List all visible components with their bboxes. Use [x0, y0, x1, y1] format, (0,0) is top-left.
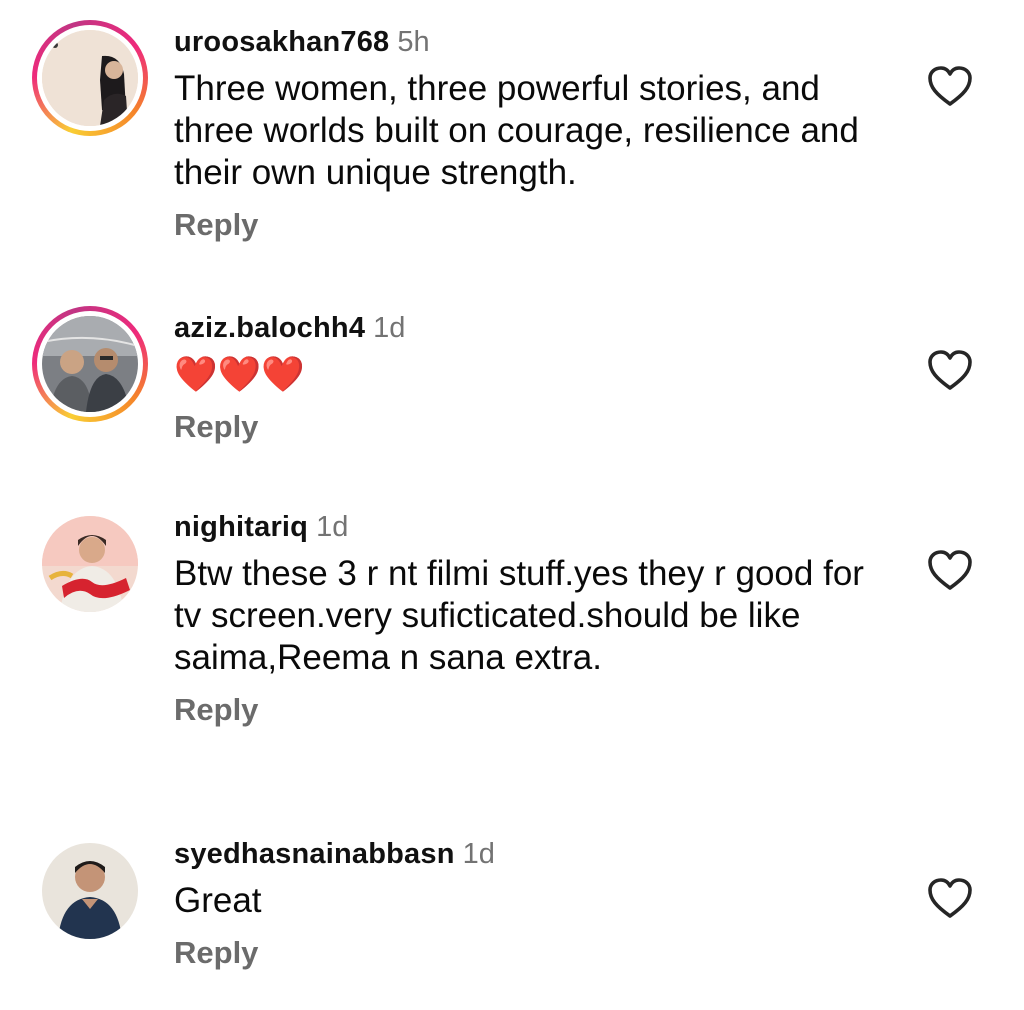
reply-button[interactable]: Reply [174, 408, 874, 446]
like-button[interactable] [926, 348, 974, 392]
avatar-photo [42, 843, 138, 939]
avatar-photo [42, 516, 138, 612]
comment-header: uroosakhan768 5h [174, 24, 874, 60]
heart-outline-icon [928, 878, 972, 918]
timestamp[interactable]: 1d [316, 511, 348, 543]
timestamp[interactable]: 5h [397, 26, 429, 58]
username[interactable]: aziz.balochh4 [174, 312, 365, 344]
avatar[interactable] [32, 506, 148, 622]
comment-text: Btw these 3 r nt filmi stuff.yes they r … [174, 554, 864, 677]
comment-text: Three women, three powerful stories, and… [174, 69, 859, 192]
like-button[interactable] [926, 876, 974, 920]
avatar[interactable] [32, 833, 148, 949]
avatar[interactable] [32, 20, 148, 136]
timestamp[interactable]: 1d [373, 312, 405, 344]
comment-body: nighitariq 1d Btw these 3 r nt filmi stuf… [174, 509, 874, 729]
comment-header: syedhasnainabbasn 1d [174, 836, 874, 872]
reply-button[interactable]: Reply [174, 206, 874, 244]
comment-body: aziz.balochh4 1d ❤️❤️❤️ Reply [174, 310, 874, 446]
avatar-photo [42, 316, 138, 412]
comment-header: aziz.balochh4 1d [174, 310, 874, 346]
comment-body: syedhasnainabbasn 1d Great Reply [174, 836, 874, 972]
heart-outline-icon [928, 66, 972, 106]
reply-button[interactable]: Reply [174, 691, 874, 729]
username[interactable]: syedhasnainabbasn [174, 838, 455, 870]
comment-text: ❤️❤️❤️ [174, 355, 305, 394]
heart-outline-icon [928, 550, 972, 590]
avatar-photo [42, 30, 138, 126]
like-button[interactable] [926, 64, 974, 108]
like-button[interactable] [926, 548, 974, 592]
heart-outline-icon [928, 350, 972, 390]
reply-button[interactable]: Reply [174, 934, 874, 972]
timestamp[interactable]: 1d [463, 838, 495, 870]
username[interactable]: uroosakhan768 [174, 26, 389, 58]
comment-header: nighitariq 1d [174, 509, 874, 545]
comment-text: Great [174, 881, 262, 920]
avatar[interactable] [32, 306, 148, 422]
comment-body: uroosakhan768 5h Three women, three power… [174, 24, 874, 244]
username[interactable]: nighitariq [174, 511, 308, 543]
